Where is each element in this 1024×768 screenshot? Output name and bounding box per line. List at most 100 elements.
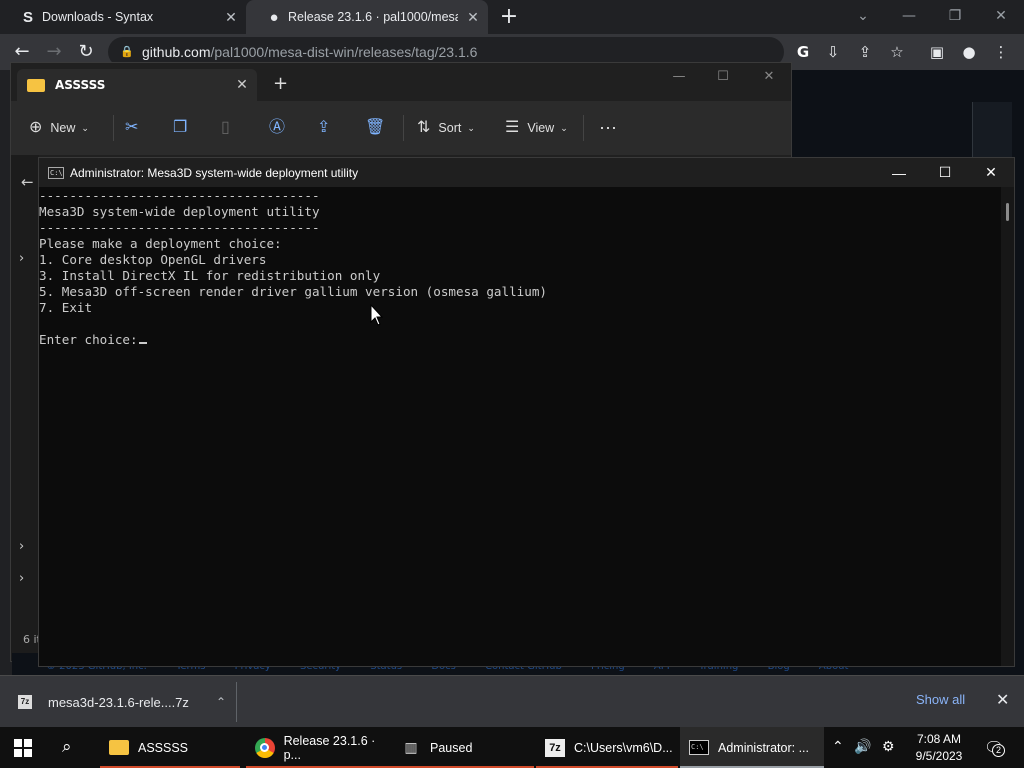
close-tab-icon[interactable]: ✕	[216, 9, 246, 26]
console-line: -------------------------------------	[39, 220, 320, 235]
console-scrollbar[interactable]	[1001, 187, 1014, 666]
taskbar-app-chrome[interactable]: Release 23.1.6 · p...	[246, 727, 394, 768]
share-icon: ⇪	[317, 119, 331, 136]
more-options-button[interactable]: ⋯	[599, 117, 625, 139]
terminal-icon: C:\	[48, 166, 64, 179]
chevron-down-icon: ⌄	[81, 123, 89, 133]
notification-center-icon[interactable]: 🗨2	[984, 738, 1005, 758]
console-titlebar[interactable]: C:\ Administrator: Mesa3D system-wide de…	[39, 158, 1014, 187]
taskbar-app-explorer[interactable]: ASSSSS	[100, 727, 240, 768]
taskbar-app-paused[interactable]: ▥ Paused	[392, 727, 534, 768]
taskbar-app-label: ASSSSS	[138, 740, 189, 755]
chevron-up-icon[interactable]: ⌃	[208, 695, 234, 709]
console-window: C:\ Administrator: Mesa3D system-wide de…	[38, 157, 1015, 667]
close-tab-icon[interactable]: ✕	[458, 9, 488, 26]
explorer-new-tab-button[interactable]: +	[273, 73, 288, 94]
github-icon: ●	[269, 8, 279, 26]
explorer-tab[interactable]: ASSSSS ✕	[17, 69, 257, 101]
taskbar-app-label: Release 23.1.6 · p...	[283, 733, 376, 762]
sort-icon: ⇅	[417, 119, 431, 136]
install-app-icon[interactable]: ⇩	[822, 41, 844, 63]
close-tab-icon[interactable]: ✕	[227, 77, 257, 93]
cut-button[interactable]: ✂	[125, 117, 146, 139]
new-button[interactable]: ⊕ New ⌄	[29, 117, 89, 139]
console-line: 5. Mesa3D off-screen render driver galli…	[39, 284, 547, 299]
taskbar-app-7zip[interactable]: 7z C:\Users\vm6\D...	[536, 727, 678, 768]
forward-arrow-icon[interactable]: →	[42, 40, 66, 64]
explorer-titlebar: ASSSSS ✕ + — ☐ ✕	[11, 63, 791, 101]
windows-start-icon[interactable]	[14, 739, 32, 757]
terminal-icon: C:\	[688, 737, 710, 759]
chevron-right-icon[interactable]: ›	[19, 251, 24, 266]
folder-icon	[27, 78, 45, 92]
console-close-button[interactable]: ✕	[968, 164, 1014, 181]
ellipsis-icon: ⋯	[599, 118, 617, 138]
browser-tab-strip: S Downloads - Syntax ✕ ● Release 23.1.6 …	[0, 0, 1024, 34]
view-button[interactable]: ☰ View ⌄	[505, 117, 568, 139]
volume-icon[interactable]: 🔊	[854, 738, 871, 755]
browser-tab-release[interactable]: ● Release 23.1.6 · pal1000/mesa-dist ✕	[246, 0, 488, 34]
rename-button[interactable]: Ⓐ	[269, 117, 293, 139]
explorer-maximize-button[interactable]: ☐	[703, 69, 743, 84]
mouse-cursor-icon	[370, 303, 384, 326]
clock-time: 7:08 AM	[916, 732, 962, 746]
restore-button[interactable]: ❐	[932, 2, 978, 30]
folder-icon	[108, 737, 130, 759]
plus-circle-icon: ⊕	[29, 119, 43, 136]
bookmark-star-icon[interactable]: ☆	[886, 41, 908, 63]
copy-button[interactable]: ❐	[173, 117, 195, 139]
show-all-button[interactable]: Show all	[916, 692, 965, 707]
scrollbar-thumb[interactable]	[1006, 203, 1009, 221]
github-sidebar-panel	[972, 102, 1012, 158]
sort-button[interactable]: ⇅ Sort ⌄	[417, 117, 475, 139]
new-label: New	[50, 121, 76, 135]
console-line: Please make a deployment choice:	[39, 236, 282, 251]
github-page-background	[790, 70, 1024, 158]
google-icon[interactable]: G	[792, 41, 814, 63]
browser-tab-downloads[interactable]: S Downloads - Syntax ✕	[0, 0, 246, 34]
reload-icon[interactable]: ↻	[74, 40, 98, 64]
side-panel-icon[interactable]: ▣	[926, 41, 948, 63]
taskbar-app-label: C:\Users\vm6\D...	[574, 740, 673, 755]
paste-button[interactable]: ▯	[221, 117, 238, 139]
tab-search-icon[interactable]: ⌄	[840, 2, 886, 30]
console-maximize-button[interactable]: ☐	[922, 164, 968, 181]
download-bar: 7z mesa3d-23.1.6-rele....7z ⌃ Show all ✕	[0, 675, 1024, 727]
gear-icon[interactable]: ⚙	[882, 738, 895, 755]
chrome-menu-icon[interactable]: ⋮	[990, 41, 1012, 63]
explorer-command-bar: ⊕ New ⌄ ✂ ❐ ▯ Ⓐ ⇪ 🗑 ⇅ Sort ⌄ ☰ View ⌄ ⋯	[11, 101, 791, 155]
back-arrow-icon[interactable]: ←	[21, 173, 34, 191]
console-minimize-button[interactable]: —	[876, 165, 922, 181]
share-button[interactable]: ⇪	[317, 117, 338, 139]
explorer-minimize-button[interactable]: —	[659, 69, 699, 84]
divider	[583, 115, 584, 141]
back-arrow-icon[interactable]: ←	[10, 40, 34, 64]
clock-date: 9/5/2023	[915, 749, 963, 763]
taskbar-app-console[interactable]: C:\ Administrator: ...	[680, 727, 824, 768]
share-icon[interactable]: ⇪	[854, 41, 876, 63]
explorer-close-button[interactable]: ✕	[749, 69, 789, 84]
new-tab-button[interactable]: +	[498, 4, 520, 30]
view-lines-icon: ☰	[505, 119, 520, 136]
profile-avatar-icon[interactable]: ●	[958, 41, 980, 63]
download-file-name: mesa3d-23.1.6-rele....7z	[48, 694, 189, 710]
minimize-button[interactable]: —	[886, 2, 932, 30]
delete-button[interactable]: 🗑	[365, 117, 393, 139]
console-output[interactable]: ------------------------------------- Mes…	[39, 187, 999, 666]
7zip-icon: 7z	[544, 737, 566, 759]
prompt-line: Enter choice:	[39, 332, 547, 348]
close-window-button[interactable]: ✕	[978, 2, 1024, 30]
system-clock[interactable]: 7:08 AM 9/5/2023	[908, 731, 970, 765]
chevron-down-icon: ⌄	[467, 123, 475, 133]
console-line: 7. Exit	[39, 300, 93, 315]
tab-title: Downloads - Syntax	[42, 10, 154, 24]
chevron-up-icon[interactable]: ⌃	[832, 738, 844, 755]
download-item[interactable]: 7z mesa3d-23.1.6-rele....7z ⌃	[18, 685, 234, 719]
chevron-right-icon[interactable]: ›	[19, 539, 24, 554]
7zip-file-icon: 7z	[18, 695, 32, 709]
chevron-right-icon[interactable]: ›	[19, 571, 24, 586]
search-icon[interactable]: ⌕	[62, 737, 72, 757]
close-download-bar-icon[interactable]: ✕	[996, 690, 1009, 709]
console-line: 3. Install DirectX IL for redistribution…	[39, 268, 381, 283]
